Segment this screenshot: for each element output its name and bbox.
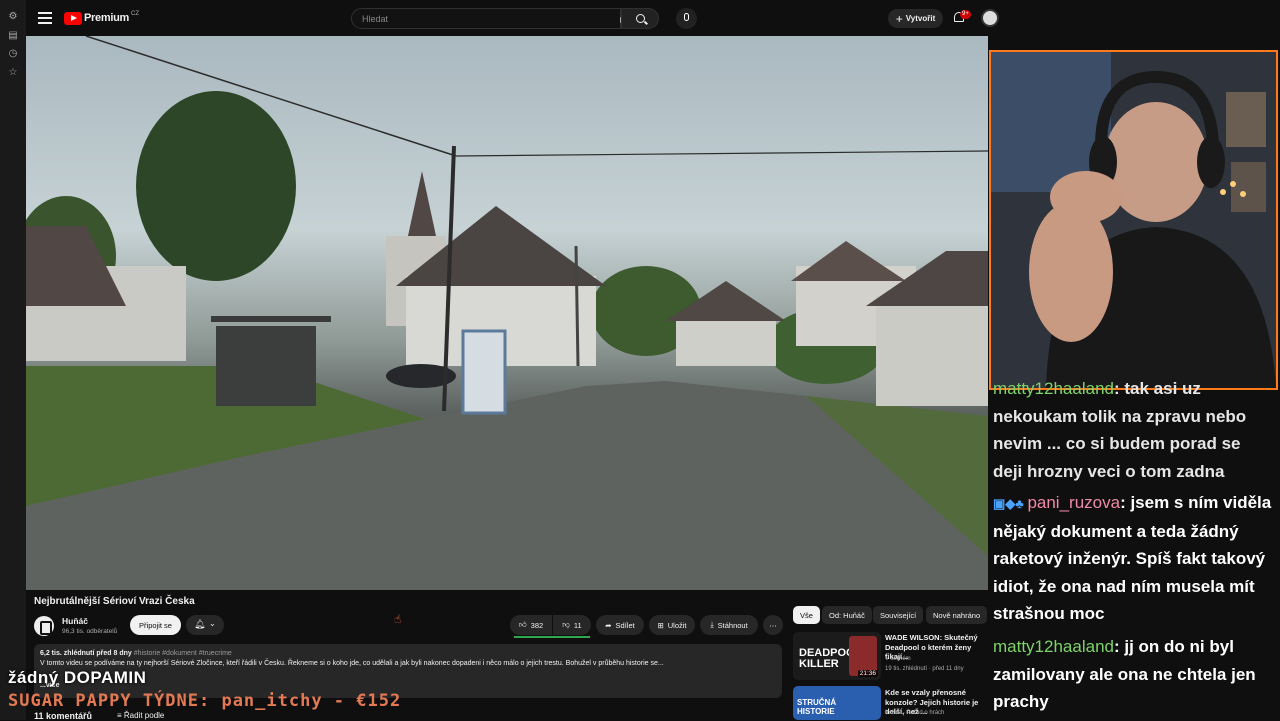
create-label: Vytvořit — [905, 14, 936, 23]
brand-region: CZ — [130, 11, 139, 17]
search-icon — [636, 14, 645, 23]
thumbnail-text: STRUČNÁ HISTORIE — [797, 698, 837, 716]
chip-all[interactable]: Vše — [793, 606, 820, 624]
download-button[interactable]: ⤓ Stáhnout — [700, 615, 758, 635]
menu-icon[interactable] — [38, 12, 52, 24]
like-button[interactable]: 👍︎ 382 — [510, 615, 552, 635]
sort-label: Řadit podle — [123, 711, 165, 720]
streamer-image — [991, 52, 1276, 388]
left-sidebar: ⚙ ▤ ◷ ☆ — [0, 0, 26, 720]
chevron-down-icon: ⌄ — [209, 619, 216, 628]
chat-username: matty12haaland — [993, 379, 1114, 398]
bell-icon: 🔔︎ — [194, 619, 206, 629]
save-icon: ⊞ — [657, 620, 664, 630]
video-duration: 21:36 — [857, 670, 878, 677]
recommendation-thumbnail[interactable]: DEADPOOL KILLER 21:36 — [793, 632, 881, 680]
chip-from-channel[interactable]: Od: Huňáč — [822, 606, 872, 624]
dislike-count: 11 — [573, 620, 582, 630]
like-ratio-bar — [514, 636, 590, 638]
hashtags[interactable]: #historie #dokument #truecrime — [134, 650, 232, 657]
settings-icon[interactable]: ⚙ — [7, 11, 19, 23]
sort-comments-button[interactable]: ≡ Řadit podle — [117, 711, 164, 720]
hand-cursor-icon: ☝︎ — [394, 612, 402, 626]
microphone-icon — [684, 13, 689, 21]
stream-overlay-ticker: SUGAR PAPPY TÝDNE: pan_itchy - €152 — [8, 691, 402, 711]
badge-icons: ▣◆♣ — [993, 496, 1028, 511]
video-player[interactable] — [26, 36, 988, 590]
search-input[interactable] — [352, 9, 592, 29]
more-icon: ⋯ — [769, 620, 777, 630]
webcam-overlay — [989, 50, 1278, 390]
chat-text: : jsem s ním viděla nějaký dokument a te… — [993, 493, 1272, 623]
share-button[interactable]: ➦ Sdílet — [596, 615, 644, 635]
account-avatar[interactable] — [981, 9, 999, 27]
recommendation-channel[interactable]: V černém — [885, 656, 911, 662]
top-bar: Premium CZ + Vytvořit 9+ — [26, 0, 1012, 36]
chat-message: matty12haaland: jj on do ni byl zamilova… — [993, 633, 1273, 716]
library-icon[interactable]: ▤ — [7, 30, 19, 42]
chat-username: pani_ruzova — [1027, 493, 1121, 512]
star-icon[interactable]: ☆ — [7, 67, 19, 79]
share-label: Sdílet — [615, 620, 635, 630]
join-button[interactable]: Připojit se — [130, 615, 181, 635]
chat-panel: matty12haaland: tak asi uz nekoukam toli… — [993, 375, 1280, 720]
search-box[interactable] — [351, 8, 631, 29]
thumbs-down-icon: 👎︎ — [562, 620, 570, 629]
recommendation-meta: Indian · Pořad o hrách — [885, 710, 945, 716]
chip-recently-uploaded[interactable]: Nově nahráno — [926, 606, 988, 624]
like-count: 382 — [530, 620, 544, 630]
save-button[interactable]: ⊞ Uložit — [649, 615, 695, 635]
recommendation-thumbnail[interactable]: STRUČNÁ HISTORIE — [793, 686, 881, 720]
channel-name[interactable]: Huňáč — [62, 616, 88, 626]
views-date: 6,2 tis. zhlédnutí před 8 dny — [40, 650, 132, 657]
create-button[interactable]: + Vytvořit — [888, 9, 943, 28]
plus-icon: + — [895, 11, 903, 26]
subscription-bell-button[interactable]: 🔔︎ ⌄ — [186, 615, 224, 635]
video-title: Nejbrutálnější Sérioví Vrazi Česka — [34, 596, 195, 607]
voice-search-button[interactable] — [676, 8, 697, 29]
thumbs-up-icon: 👍︎ — [518, 620, 527, 629]
dislike-button[interactable]: 👎︎ 11 — [553, 615, 591, 635]
stream-overlay-text: žádný DOPAMIN — [8, 668, 147, 687]
subscriber-count: 96,3 tis. odběratelů — [62, 628, 118, 635]
save-label: Uložit — [667, 620, 687, 630]
search-button[interactable] — [621, 8, 659, 29]
chat-username: matty12haaland — [993, 637, 1114, 656]
sort-icon: ≡ — [117, 711, 124, 720]
youtube-logo[interactable]: Premium CZ — [64, 11, 139, 25]
chip-related[interactable]: Související — [873, 606, 924, 624]
description-meta: 6,2 tis. zhlédnutí před 8 dny #historie … — [40, 650, 232, 657]
notifications-badge: 9+ — [960, 10, 971, 19]
recommendation-meta: 19 tis. zhlédnutí · před 11 dny — [885, 666, 964, 672]
download-icon: ⤓ — [710, 620, 714, 629]
download-label: Stáhnout — [717, 620, 748, 630]
youtube-play-icon — [64, 11, 82, 25]
history-icon[interactable]: ◷ — [7, 48, 19, 60]
description-text: V tomto videu se podíváme na ty nejhorší… — [40, 660, 664, 667]
chat-message: ▣◆♣ pani_ruzova: jsem s ním viděla nějak… — [993, 489, 1273, 628]
more-actions-button[interactable]: ⋯ — [763, 615, 783, 635]
chat-message: matty12haaland: tak asi uz nekoukam toli… — [993, 375, 1273, 485]
share-icon: ➦ — [605, 620, 612, 630]
channel-avatar[interactable] — [34, 616, 54, 636]
brand-label: Premium — [84, 12, 129, 24]
video-frame — [26, 36, 988, 590]
